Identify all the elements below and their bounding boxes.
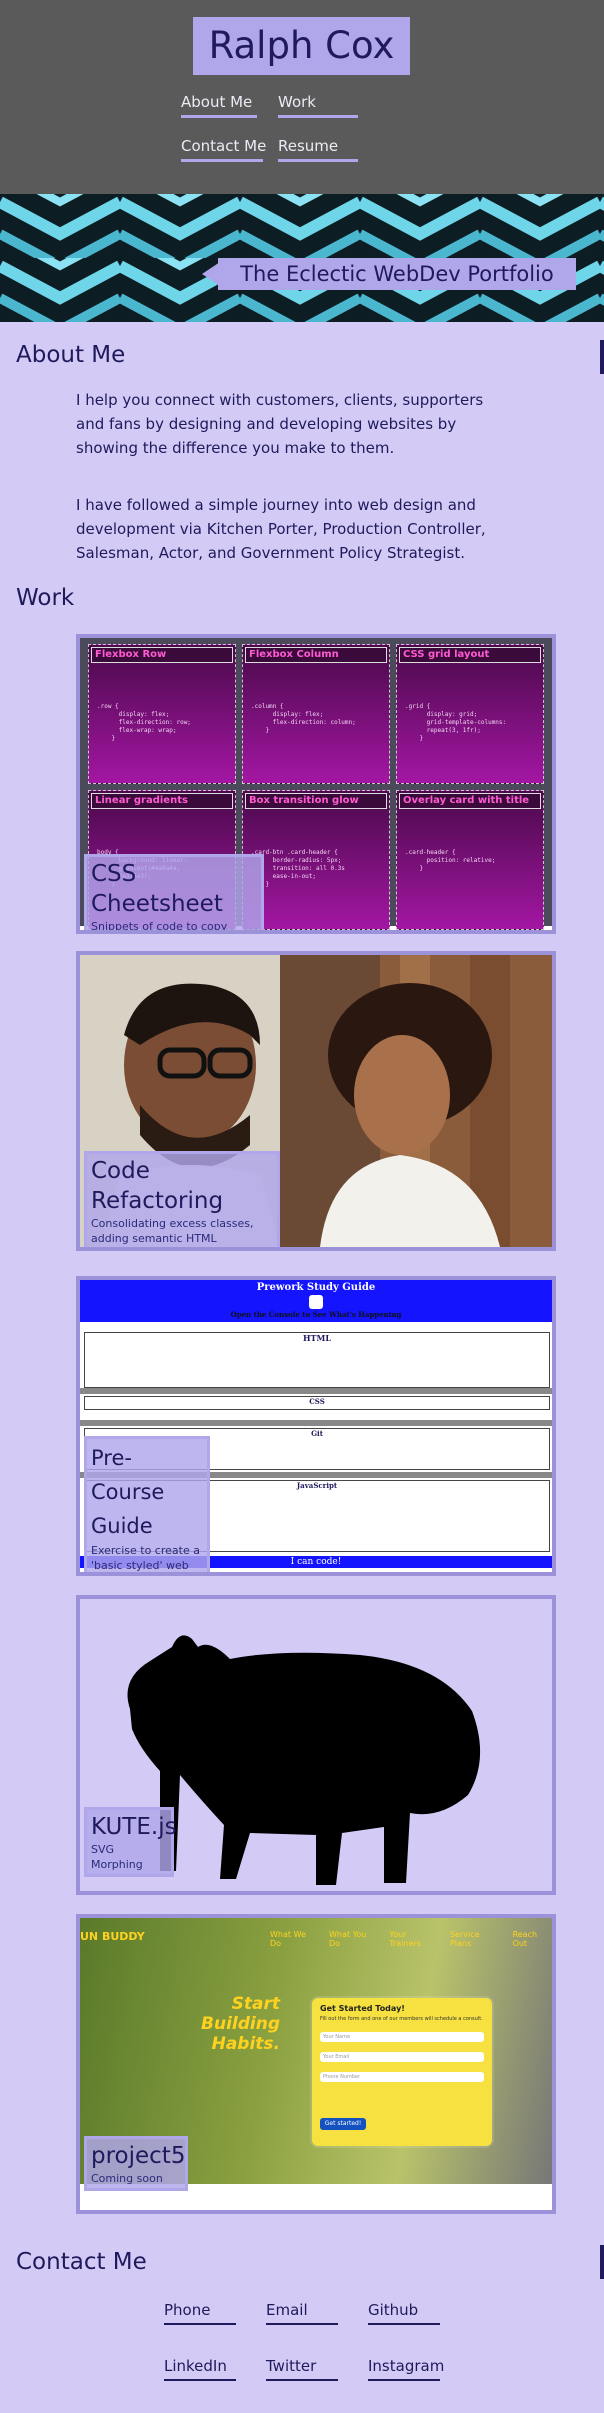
about-side-tab: [600, 340, 604, 374]
prework-header: Prework Study Guide Open the Console to …: [80, 1280, 552, 1322]
work-heading: Work: [16, 585, 75, 611]
css-tile: Flexbox Row .row { display: flex; flex-di…: [88, 644, 236, 784]
nav-work-underline: [278, 115, 358, 118]
project-label: Code Refactoring Consolidating excess cl…: [84, 1151, 280, 1247]
contact-underline: [368, 2379, 440, 2381]
project-title: Pre-Course Guide: [91, 1446, 165, 1538]
project-card-kute-js[interactable]: KUTE.js SVG Morphing: [76, 1595, 556, 1895]
project-card-css-cheetsheet[interactable]: Flexbox Row .row { display: flex; flex-di…: [76, 634, 556, 934]
nav-resume-underline: [278, 159, 358, 162]
contact-underline: [164, 2379, 236, 2381]
project-label: KUTE.js SVG Morphing: [84, 1807, 177, 1877]
project-title: CSS Cheetsheet: [91, 861, 223, 917]
css-tile: Box transition glow .card-btn .card-heade…: [242, 790, 390, 930]
nav-contact-underline: [181, 159, 263, 162]
nav-resume[interactable]: Resume: [278, 137, 338, 155]
css-tile: Overlay card with title .card-header { po…: [396, 790, 544, 930]
nav-contact-me[interactable]: Contact Me: [181, 137, 266, 155]
site-name: Ralph Cox: [208, 24, 395, 67]
fitness-nav: What We Do What You Do Your Trainers Servic…: [270, 1930, 538, 1948]
project-card-project5[interactable]: UN BUDDY What We Do What You Do Your Train…: [76, 1914, 556, 2214]
nav-about-underline: [181, 115, 257, 118]
contact-github-link[interactable]: Github: [368, 2301, 418, 2319]
contact-instagram-link[interactable]: Instagram: [368, 2357, 444, 2375]
contact-underline: [266, 2323, 338, 2325]
hero-title-arrow: [202, 262, 220, 286]
fitness-form: Get Started Today! Fill out the form and…: [312, 1998, 492, 2146]
github-icon: [309, 1295, 323, 1309]
contact-phone-link[interactable]: Phone: [164, 2301, 210, 2319]
project-subtitle: Coming soon: [91, 2172, 163, 2185]
project-label: Pre-Course Guide Exercise to create a 'b…: [84, 1436, 210, 1572]
project-subtitle: Snippets of code to copy: [91, 920, 228, 933]
about-heading: About Me: [16, 342, 126, 368]
project-card-code-refactoring[interactable]: Code Refactoring Consolidating excess cl…: [76, 951, 556, 1251]
site-name-box: Ralph Cox: [193, 17, 410, 75]
nav-work[interactable]: Work: [278, 93, 316, 111]
about-paragraph-2: I have followed a simple journey into we…: [76, 496, 486, 562]
project-card-pre-course-guide[interactable]: Prework Study Guide Open the Console to …: [76, 1276, 556, 1576]
contact-heading: Contact Me: [16, 2249, 147, 2275]
prework-css-box: CSS: [84, 1396, 550, 1410]
contact-underline: [164, 2323, 236, 2325]
css-tile: Flexbox Column .column { display: flex; f…: [242, 644, 390, 784]
nav-about-me[interactable]: About Me: [181, 93, 252, 111]
contact-email-link[interactable]: Email: [266, 2301, 308, 2319]
project-subtitle: Exercise to create a 'basic styled' web …: [91, 1544, 200, 1572]
contact-underline: [368, 2323, 440, 2325]
contact-linkedin-link[interactable]: LinkedIn: [164, 2357, 227, 2375]
about-paragraph-1: I help you connect with customers, clien…: [76, 391, 484, 457]
project-subtitle: SVG Morphing: [91, 1843, 143, 1871]
project-label: CSS Cheetsheet Snippets of code to copy: [84, 854, 264, 933]
project-label: project5 Coming soon: [84, 2136, 188, 2191]
project-subtitle: Consolidating excess classes, adding sem…: [91, 1217, 254, 1245]
site-header: Ralph Cox About Me Work Contact Me Resum…: [0, 0, 604, 194]
contact-underline: [266, 2379, 338, 2381]
project-title: KUTE.js: [91, 1814, 177, 1840]
contact-twitter-link[interactable]: Twitter: [266, 2357, 316, 2375]
prework-html-box: HTML: [84, 1332, 550, 1388]
project-title: Code Refactoring: [91, 1158, 224, 1214]
fitness-headline: Start Building Habits.: [201, 1994, 280, 2054]
hero-title: The Eclectic WebDev Portfolio: [218, 258, 576, 290]
css-tile: CSS grid layout .grid { display: grid; gr…: [396, 644, 544, 784]
project-title: project5: [91, 2143, 186, 2169]
contact-side-tab: [600, 2245, 604, 2279]
